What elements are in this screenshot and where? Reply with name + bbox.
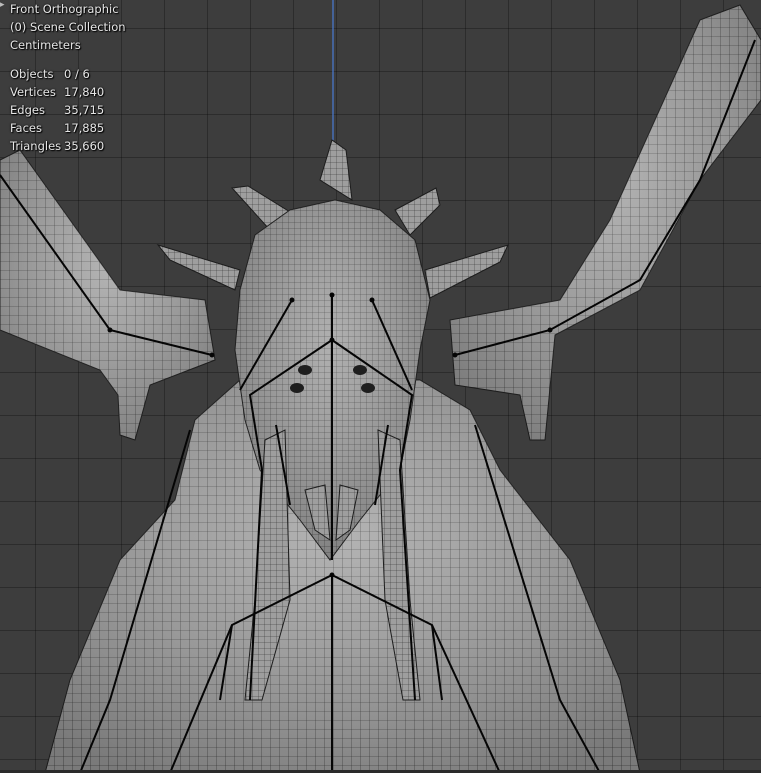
viewport-info-overlay: Front Orthographic (0) Scene Collection … (10, 0, 126, 155)
collection-name: (0) Scene Collection (10, 20, 126, 34)
stat-value: 35,660 (64, 139, 105, 153)
stat-value: 17,840 (64, 85, 105, 99)
unit-system: Centimeters (10, 38, 81, 52)
3d-viewport[interactable]: ▸ Front Orthographic (0) Scene Collectio… (0, 0, 761, 773)
stat-value: 35,715 (64, 103, 105, 117)
stat-label: Edges (10, 103, 45, 117)
stat-label: Faces (10, 121, 42, 135)
stat-value: 17,885 (64, 121, 105, 135)
stat-label: Vertices (10, 85, 56, 99)
stat-triangles: Triangles 35,660 (10, 137, 126, 155)
view-name: Front Orthographic (10, 2, 119, 16)
scene-statistics: Objects 0 / 6 Vertices 17,840 Edges 35,7… (10, 65, 126, 155)
stat-vertices: Vertices 17,840 (10, 83, 126, 101)
right-wing-mesh (449, 4, 761, 441)
stat-edges: Edges 35,715 (10, 101, 126, 119)
stat-label: Triangles (10, 139, 62, 153)
chevron-right-icon[interactable]: ▸ (0, 0, 5, 10)
stat-faces: Faces 17,885 (10, 119, 126, 137)
stat-value: 0 / 6 (64, 67, 90, 81)
stat-objects: Objects 0 / 6 (10, 65, 126, 83)
stat-label: Objects (10, 67, 54, 81)
left-wing-mesh (0, 149, 216, 441)
